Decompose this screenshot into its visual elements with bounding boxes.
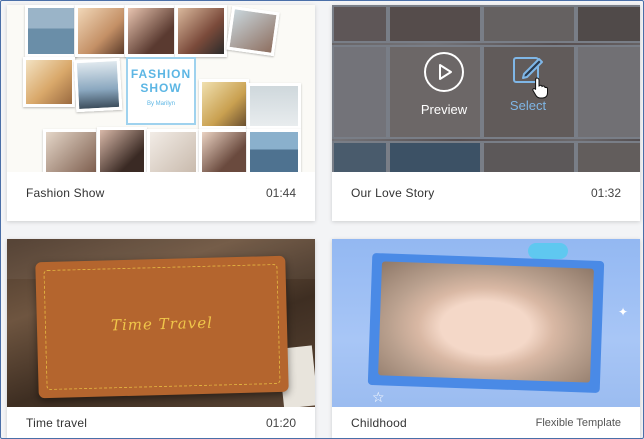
collage-photo [97, 127, 147, 172]
select-label: Select [509, 98, 547, 113]
template-card-fashion-show[interactable]: FASHION SHOW By Marilyn Fashion Show 01:… [7, 5, 315, 221]
template-duration: 01:32 [590, 186, 621, 200]
template-thumbnail[interactable]: Preview Select [332, 5, 640, 172]
template-thumbnail[interactable]: ☆ ✦ [332, 239, 640, 407]
star-decoration: ☆ [372, 389, 385, 405]
template-footer: Our Love Story 01:32 [332, 172, 640, 221]
template-footer: Childhood Flexible Template [332, 407, 640, 438]
collage-photo [125, 5, 177, 57]
fashion-show-title-card: FASHION SHOW By Marilyn [126, 57, 196, 125]
collage-photo [247, 129, 301, 172]
template-title: Fashion Show [26, 186, 105, 200]
cloud-decoration [528, 243, 568, 259]
time-travel-book: Time Travel [35, 255, 289, 399]
star-decoration: ✦ [618, 305, 629, 319]
collage-photo [43, 129, 99, 172]
collage-photo [23, 57, 75, 107]
preview-button[interactable]: Preview [414, 52, 474, 117]
collage-photo [175, 5, 227, 57]
collage-photo [73, 57, 123, 113]
collage-photo [247, 83, 301, 129]
template-title: Our Love Story [351, 186, 435, 200]
baby-photo [378, 261, 594, 383]
preview-label: Preview [420, 102, 468, 117]
template-title: Childhood [351, 416, 407, 430]
template-card-our-love-story[interactable]: Preview Select Our Love Story 01:32 [332, 5, 640, 221]
collage-photo [226, 5, 280, 57]
play-icon [424, 52, 464, 92]
template-footer: Time travel 01:20 [7, 407, 315, 438]
hover-overlay [332, 5, 640, 172]
template-duration: 01:20 [265, 416, 296, 430]
collage-photo [25, 5, 77, 57]
collage-photo [147, 129, 199, 172]
template-title: Time travel [26, 416, 88, 430]
select-button[interactable]: Select [498, 52, 558, 113]
collage-photo [199, 79, 249, 129]
template-thumbnail[interactable]: FASHION SHOW By Marilyn [7, 5, 315, 172]
template-gallery: FASHION SHOW By Marilyn Fashion Show 01:… [0, 0, 644, 439]
template-footer: Fashion Show 01:44 [7, 172, 315, 221]
flexible-template-badge: Flexible Template [535, 417, 621, 429]
collage-photo [199, 129, 249, 172]
collage-photo [75, 5, 127, 57]
hand-cursor-icon [532, 77, 548, 99]
template-thumbnail[interactable]: Time Travel [7, 239, 315, 407]
template-card-childhood[interactable]: ☆ ✦ Childhood Flexible Template [332, 239, 640, 438]
template-duration: 01:44 [265, 186, 296, 200]
template-card-time-travel[interactable]: Time Travel Time travel 01:20 [7, 239, 315, 438]
